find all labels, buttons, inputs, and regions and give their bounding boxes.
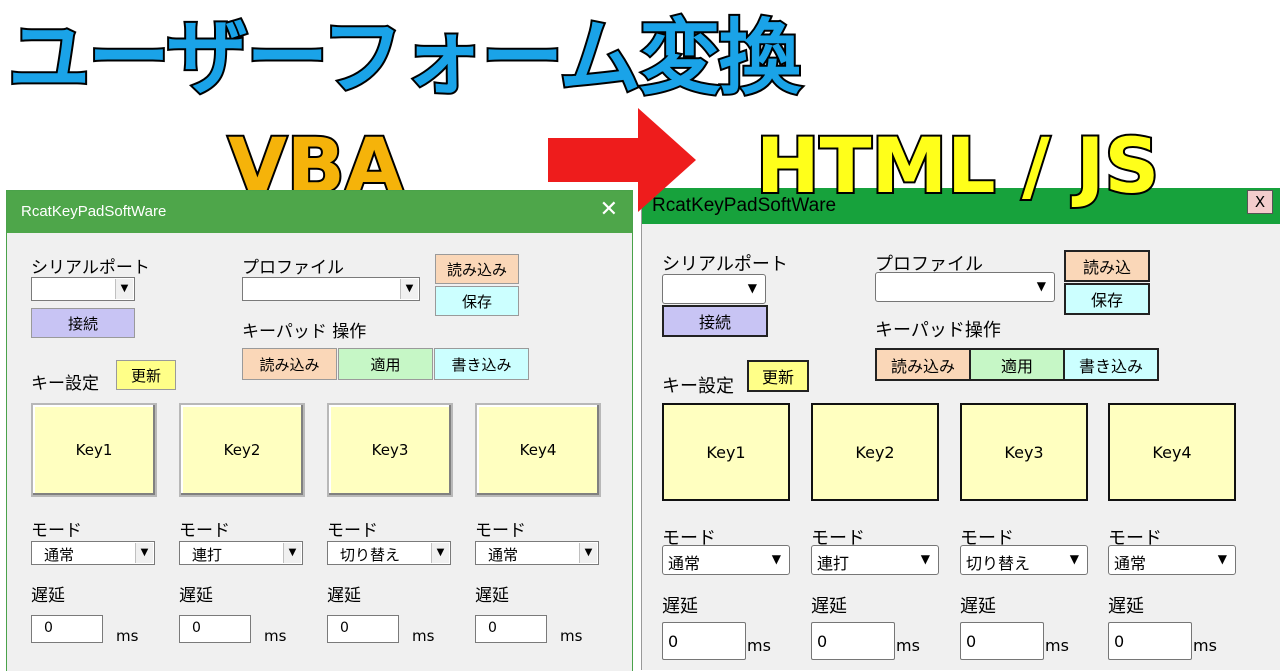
keypad-ops-label: キーパッド操作 — [875, 320, 1001, 341]
to-label: HTML / JS — [754, 121, 1161, 210]
key2-button[interactable]: Key2 — [179, 403, 305, 497]
key1-ms-label: ms — [116, 627, 139, 645]
key-settings-label: キー設定 — [31, 374, 99, 394]
keypad-write-button[interactable]: 書き込み — [434, 348, 529, 380]
chevron-down-icon: ▼ — [920, 552, 930, 566]
key3-delay-input[interactable]: 0 — [960, 622, 1044, 660]
keypad-read-button[interactable]: 読み込み — [875, 348, 971, 381]
key1-ms-label: ms — [747, 636, 771, 655]
chevron-down-icon: ▼ — [1036, 279, 1046, 293]
chevron-down-icon[interactable]: ▼ — [579, 543, 597, 563]
chevron-down-icon[interactable]: ▼ — [283, 543, 301, 563]
key4-button[interactable]: Key4 — [1108, 403, 1236, 501]
key2-delay-input[interactable]: 0 — [179, 615, 251, 643]
refresh-button[interactable]: 更新 — [747, 360, 809, 392]
chevron-down-icon: ▼ — [747, 281, 757, 295]
vba-window-title: RcatKeyPadSoftWare — [21, 203, 167, 220]
profile-save-button[interactable]: 保存 — [435, 286, 519, 316]
connect-button[interactable]: 接続 — [662, 305, 768, 337]
key4-delay-input[interactable]: 0 — [475, 615, 547, 643]
connect-button[interactable]: 接続 — [31, 308, 135, 338]
chevron-down-icon: ▼ — [771, 552, 781, 566]
key2-ms-label: ms — [264, 627, 287, 645]
key-settings-label: キー設定 — [662, 376, 734, 397]
key1-button[interactable]: Key1 — [31, 403, 157, 497]
key2-mode-select[interactable]: 連打 ▼ — [811, 545, 939, 575]
key2-mode-combo[interactable]: 連打 ▼ — [179, 541, 303, 565]
key2-mode-label: モード — [179, 521, 230, 541]
key4-delay-label: 遅延 — [475, 586, 509, 606]
key3-delay-label: 遅延 — [960, 596, 996, 617]
vba-titlebar: RcatKeyPadSoftWare ✕ — [7, 191, 632, 233]
html-form-window: RcatKeyPadSoftWare X シリアルポート ▼ 接続 プロファイル… — [641, 188, 1280, 670]
key2-button[interactable]: Key2 — [811, 403, 939, 501]
vba-userform-window: RcatKeyPadSoftWare ✕ シリアルポート ▼ 接続 プロファイル… — [6, 190, 633, 671]
keypad-read-button[interactable]: 読み込み — [242, 348, 337, 380]
chevron-down-icon: ▼ — [1069, 552, 1079, 566]
chevron-down-icon[interactable]: ▼ — [400, 279, 418, 299]
chevron-down-icon[interactable]: ▼ — [431, 543, 449, 563]
key1-mode-combo[interactable]: 通常 ▼ — [31, 541, 155, 565]
chevron-down-icon[interactable]: ▼ — [135, 543, 153, 563]
key3-mode-select[interactable]: 切り替え ▼ — [960, 545, 1088, 575]
key1-delay-label: 遅延 — [662, 596, 698, 617]
keypad-apply-button[interactable]: 適用 — [338, 348, 433, 380]
profile-load-button[interactable]: 読み込み — [435, 254, 519, 284]
key3-delay-label: 遅延 — [327, 586, 361, 606]
banner-title: ユーザーフォーム変換 — [6, 11, 803, 106]
key3-mode-label: モード — [327, 521, 378, 541]
key3-ms-label: ms — [1045, 636, 1069, 655]
key3-button[interactable]: Key3 — [327, 403, 453, 497]
key4-mode-combo[interactable]: 通常 ▼ — [475, 541, 599, 565]
key3-button[interactable]: Key3 — [960, 403, 1088, 501]
keypad-write-button[interactable]: 書き込み — [1063, 348, 1159, 381]
profile-load-button[interactable]: 読み込 — [1064, 250, 1150, 282]
key2-delay-input[interactable]: 0 — [811, 622, 895, 660]
key4-delay-label: 遅延 — [1108, 596, 1144, 617]
serial-port-combo[interactable]: ▼ — [31, 277, 135, 301]
key1-delay-input[interactable]: 0 — [662, 622, 746, 660]
key1-mode-label: モード — [31, 521, 82, 541]
chevron-down-icon[interactable]: ▼ — [115, 279, 133, 299]
key2-delay-label: 遅延 — [179, 586, 213, 606]
key2-delay-label: 遅延 — [811, 596, 847, 617]
key4-delay-input[interactable]: 0 — [1108, 622, 1192, 660]
keypad-apply-button[interactable]: 適用 — [969, 348, 1065, 381]
profile-combo[interactable]: ▼ — [242, 277, 420, 301]
key4-button[interactable]: Key4 — [475, 403, 601, 497]
serial-port-label: シリアルポート — [662, 254, 788, 275]
key1-button[interactable]: Key1 — [662, 403, 790, 501]
key1-mode-select[interactable]: 通常 ▼ — [662, 545, 790, 575]
key4-mode-select[interactable]: 通常 ▼ — [1108, 545, 1236, 575]
arrow-right-icon — [548, 108, 696, 212]
key4-mode-label: モード — [475, 521, 526, 541]
key3-delay-input[interactable]: 0 — [327, 615, 399, 643]
profile-select[interactable]: ▼ — [875, 272, 1055, 302]
serial-port-select[interactable]: ▼ — [662, 274, 766, 304]
profile-save-button[interactable]: 保存 — [1064, 283, 1150, 315]
key3-ms-label: ms — [412, 627, 435, 645]
profile-label: プロファイル — [242, 258, 344, 278]
refresh-button[interactable]: 更新 — [116, 360, 176, 390]
chevron-down-icon: ▼ — [1217, 552, 1227, 566]
keypad-ops-label: キーパッド 操作 — [242, 322, 367, 342]
key2-ms-label: ms — [896, 636, 920, 655]
serial-port-label: シリアルポート — [31, 258, 150, 278]
key4-ms-label: ms — [560, 627, 583, 645]
close-icon[interactable]: X — [1247, 190, 1273, 214]
key1-delay-input[interactable]: 0 — [31, 615, 103, 643]
key3-mode-combo[interactable]: 切り替え ▼ — [327, 541, 451, 565]
key4-ms-label: ms — [1193, 636, 1217, 655]
key1-delay-label: 遅延 — [31, 586, 65, 606]
